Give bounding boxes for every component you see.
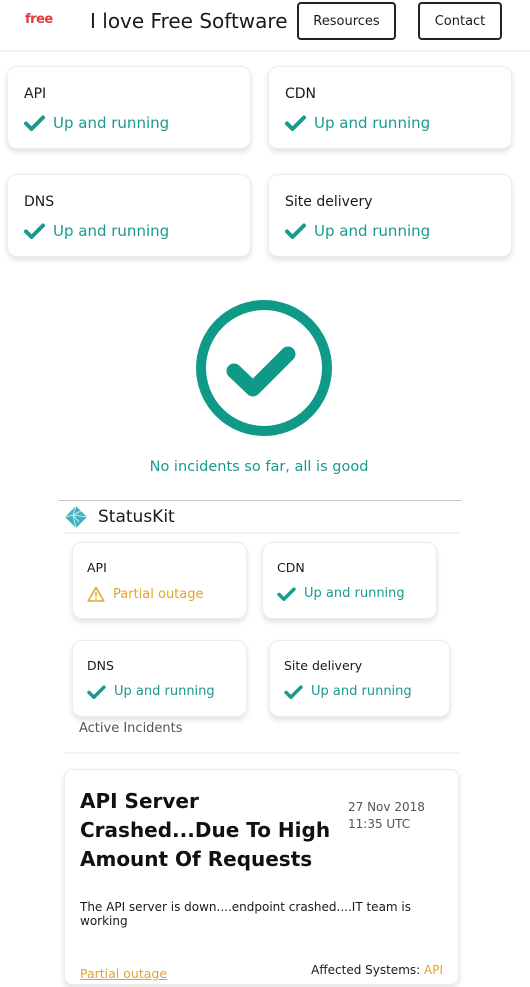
service-status: Up and running [24,222,169,240]
warning-icon [87,586,105,602]
service-status-text: Up and running [314,222,431,240]
service-status-text: Up and running [53,114,170,132]
affected-system-link[interactable]: API [424,963,443,977]
divider [58,500,462,501]
service-name: DNS [24,194,55,210]
service-status: Up and running [285,114,430,132]
incident-card[interactable]: API Server Crashed...Due To High Amount … [64,769,459,985]
logo[interactable]: free [25,12,53,27]
service-status-text: Up and running [114,684,215,699]
site-header: free I love Free Software Resources Cont… [0,0,530,52]
incident-time: 11:35 UTC [348,817,411,831]
statuskit-logo-icon [64,505,88,529]
incident-title: API Server Crashed...Due To High Amount … [80,789,331,871]
check-circle-icon [196,300,332,436]
service-status: Up and running [24,114,169,132]
service-card-dns: DNS Up and running [7,174,251,257]
site-title: I love Free Software [90,9,288,33]
check-icon [277,586,296,601]
check-icon [285,223,306,239]
service-status: Up and running [284,684,412,699]
service-status: Up and running [285,222,430,240]
service-status: Up and running [87,684,215,699]
sk-service-card-site-delivery: Site delivery Up and running [269,640,450,717]
affected-systems: Affected Systems: API [311,963,443,977]
service-status-text: Partial outage [113,586,204,602]
service-name: Site delivery [284,658,363,673]
service-name: Site delivery [285,194,373,210]
service-name: DNS [87,658,114,673]
service-name: CDN [285,86,317,102]
check-icon [24,223,45,239]
service-status-text: Up and running [53,222,170,240]
service-status-text: Up and running [314,114,431,132]
divider [64,752,460,754]
service-status-text: Up and running [311,684,412,699]
incident-timestamp: 27 Nov 2018 11:35 UTC [348,799,448,833]
check-icon [24,115,45,131]
service-status-text: Up and running [304,586,405,601]
service-name: API [24,86,47,102]
service-name: API [87,560,107,575]
active-incidents-heading: Active Incidents [79,721,183,736]
affected-systems-label: Affected Systems: [311,963,421,977]
summary-message: No incidents so far, all is good [149,459,369,475]
service-status: Partial outage [87,586,204,602]
sk-service-card-api: API Partial outage [72,542,247,619]
check-icon [87,684,106,699]
service-card-site-delivery: Site delivery Up and running [268,174,512,257]
sk-service-card-cdn: CDN Up and running [262,542,437,619]
incident-description: The API server is down....endpoint crash… [80,900,412,928]
divider [64,532,460,534]
service-name: CDN [277,560,305,575]
incident-date: 27 Nov 2018 [348,800,425,814]
check-icon [285,115,306,131]
statuskit-name: StatusKit [98,507,175,527]
service-card-api: API Up and running [7,66,251,149]
contact-button[interactable]: Contact [418,2,502,40]
incident-impact-link[interactable]: Partial outage [80,966,167,981]
check-icon [284,684,303,699]
service-status: Up and running [277,586,405,601]
sk-service-card-dns: DNS Up and running [72,640,247,717]
resources-button[interactable]: Resources [297,2,396,40]
statuskit-brand[interactable]: StatusKit [64,505,175,529]
service-card-cdn: CDN Up and running [268,66,512,149]
